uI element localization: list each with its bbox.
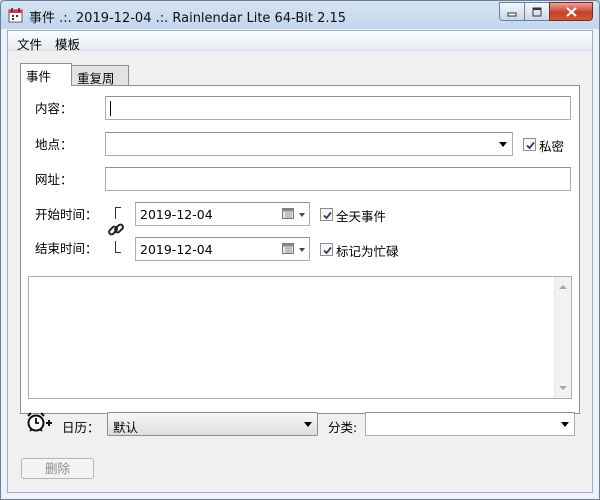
alarm-clock-add-icon[interactable] [26, 411, 52, 433]
location-label: 地点： [35, 137, 73, 152]
menu-file[interactable]: 文件 [14, 33, 45, 54]
calendar-label: 日历： [62, 420, 100, 435]
notes-textarea[interactable] [28, 276, 572, 399]
calendar-select[interactable]: 默认 [107, 412, 318, 436]
end-time-label: 结束时间： [35, 241, 98, 256]
text-caret [110, 101, 111, 116]
maximize-icon [532, 7, 542, 16]
url-label: 网址： [35, 172, 73, 187]
category-label: 分类: [328, 420, 358, 435]
close-button[interactable] [549, 2, 593, 21]
chevron-down-icon[interactable] [499, 142, 507, 147]
start-time-label: 开始时间： [35, 207, 98, 222]
calendar-picker-icon[interactable] [282, 243, 295, 255]
dialog-client-area: 文件 模板 事件 重复周期 内容： 地点： 私密 网址： [7, 30, 593, 493]
tab-event[interactable]: 事件 [20, 63, 72, 86]
content-input[interactable] [105, 96, 571, 120]
start-date-value: 2019-12-04 [140, 207, 213, 222]
chevron-down-icon[interactable] [299, 248, 305, 252]
url-input[interactable] [105, 167, 571, 191]
link-bracket-bottom [115, 241, 121, 253]
chevron-down-icon[interactable] [561, 422, 569, 427]
all-day-label: 全天事件 [336, 209, 387, 224]
event-dialog-window: 事件 .:. 2019-12-04 .:. Rainlendar Lite 64… [0, 0, 600, 500]
menu-bar: 文件 模板 [8, 31, 592, 54]
content-label: 内容： [35, 101, 73, 116]
minimize-button[interactable] [499, 2, 525, 21]
private-checkbox[interactable] [523, 138, 536, 151]
end-date-picker[interactable]: 2019-12-04 [135, 237, 310, 261]
title-bar[interactable]: 事件 .:. 2019-12-04 .:. Rainlendar Lite 64… [1, 1, 599, 29]
start-date-picker[interactable]: 2019-12-04 [135, 202, 310, 226]
calendar-app-icon [8, 7, 24, 23]
chevron-down-icon[interactable] [299, 213, 305, 217]
window-title: 事件 .:. 2019-12-04 .:. Rainlendar Lite 64… [29, 11, 347, 26]
scroll-down-icon[interactable] [559, 386, 567, 390]
checkmark-icon [526, 141, 535, 150]
chevron-down-icon[interactable] [304, 422, 312, 427]
link-bracket-top [115, 207, 121, 219]
delete-button[interactable]: 删除 [21, 458, 94, 479]
chain-link-icon[interactable] [107, 221, 125, 239]
end-date-value: 2019-12-04 [140, 242, 213, 257]
checkmark-icon [323, 246, 332, 255]
notes-scrollbar[interactable] [554, 277, 571, 398]
busy-label: 标记为忙碌 [336, 244, 399, 259]
location-combobox[interactable] [105, 132, 513, 156]
busy-checkbox[interactable] [320, 243, 333, 256]
menu-template[interactable]: 模板 [52, 33, 83, 54]
calendar-selected-value: 默认 [113, 420, 139, 435]
all-day-checkbox[interactable] [320, 208, 333, 221]
scroll-up-icon[interactable] [559, 285, 567, 289]
caption-buttons [499, 2, 593, 21]
maximize-button[interactable] [524, 2, 550, 21]
checkmark-icon [323, 211, 332, 220]
category-combobox[interactable] [365, 412, 575, 436]
calendar-picker-icon[interactable] [282, 208, 295, 220]
close-icon [565, 6, 577, 17]
tab-recurrence[interactable]: 重复周期 [71, 65, 129, 105]
minimize-icon [507, 12, 517, 16]
private-label: 私密 [539, 139, 565, 154]
